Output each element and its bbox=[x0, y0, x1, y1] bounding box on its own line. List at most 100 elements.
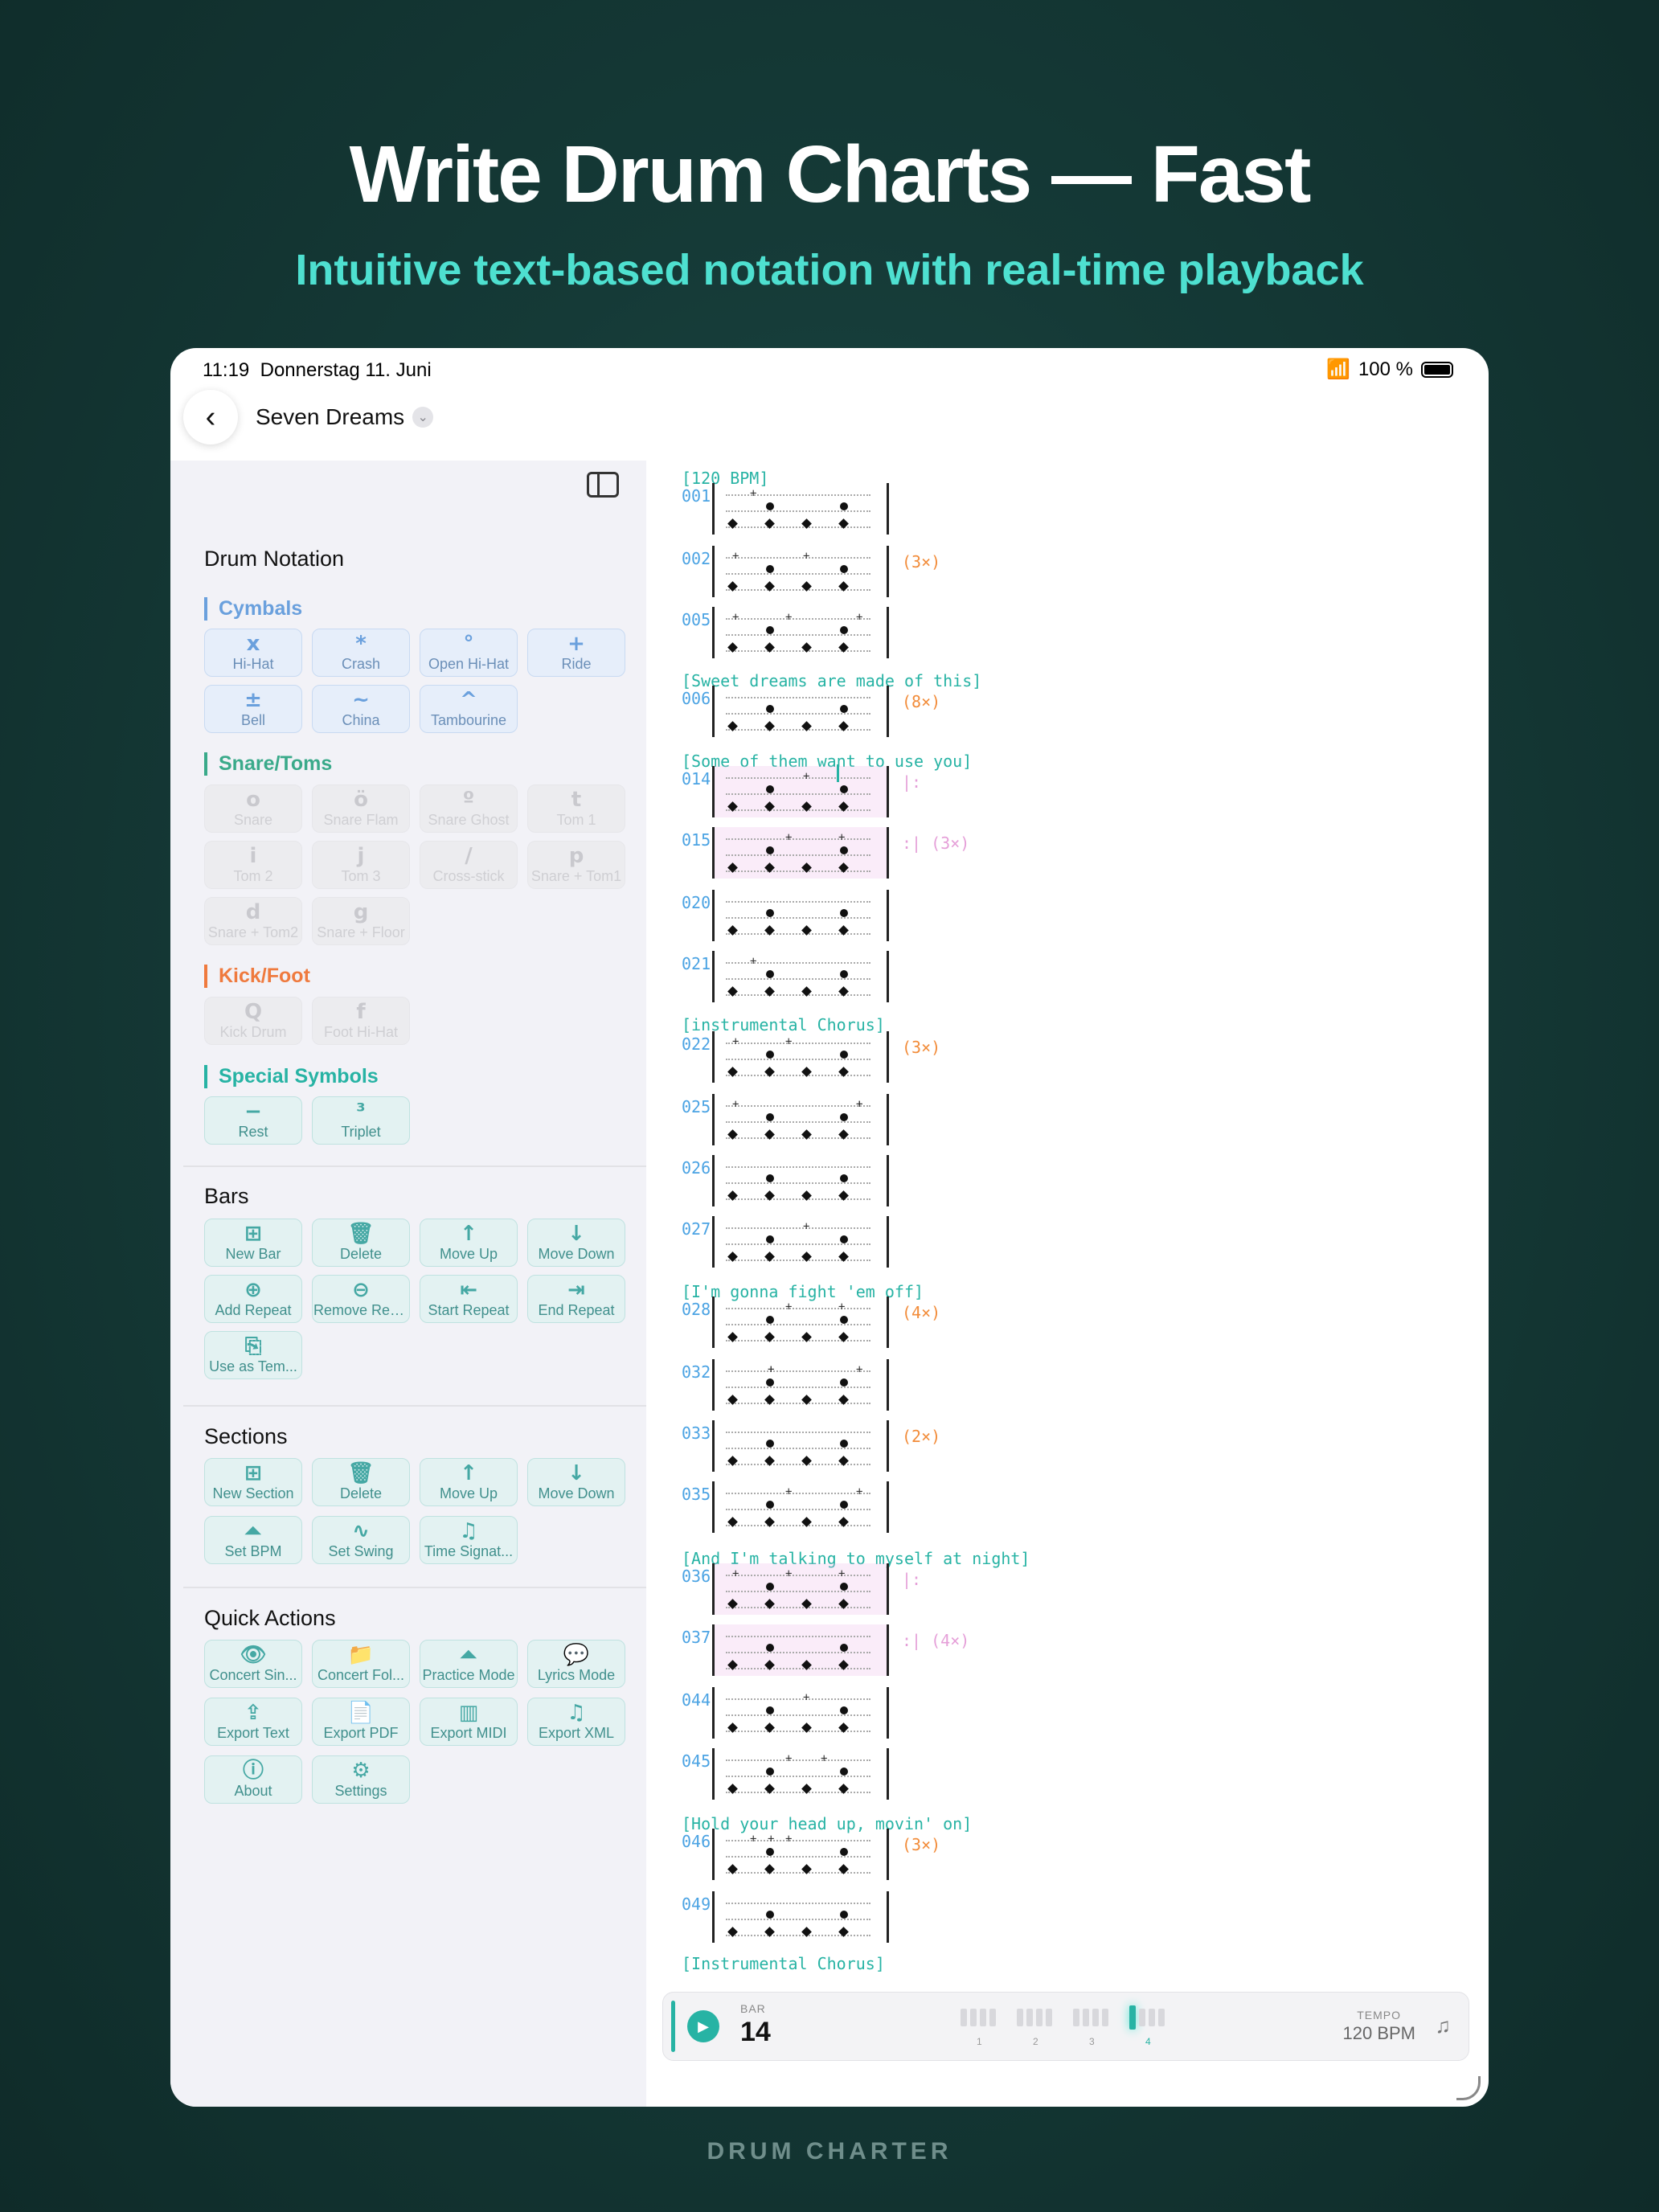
bar-row[interactable]: 014 + |: bbox=[672, 764, 1395, 817]
cymbal-button-6[interactable]: ^ Tambourine bbox=[420, 685, 518, 733]
bar-staff[interactable]: + + + bbox=[712, 607, 889, 658]
bar-staff[interactable]: + bbox=[712, 483, 889, 535]
bar-staff[interactable]: + + bbox=[712, 1031, 889, 1083]
staff-line bbox=[726, 1714, 870, 1716]
bar-row[interactable]: 002 + + (3×) bbox=[672, 546, 1395, 597]
bar-row[interactable]: 035 + + bbox=[672, 1481, 1395, 1533]
bar-staff[interactable]: + bbox=[712, 764, 889, 817]
bar-staff[interactable]: + + bbox=[712, 1748, 889, 1800]
bars-button-8[interactable]: ⎘ Use as Tem... bbox=[204, 1331, 302, 1379]
bars-button-4[interactable]: ⊕ Add Repeat bbox=[204, 1275, 302, 1323]
document-title-menu[interactable]: Seven Dreams ⌄ bbox=[256, 404, 434, 430]
quick-button-1[interactable]: 📁 Concert Fol... bbox=[312, 1640, 410, 1688]
bar-row[interactable]: 028 + + (4×) bbox=[672, 1296, 1395, 1348]
section-button-2[interactable]: ↑ Move Up bbox=[420, 1458, 518, 1506]
metronome-settings-icon[interactable]: ♫ bbox=[1436, 2013, 1452, 2038]
bar-row[interactable]: 046 + + + (3×) bbox=[672, 1829, 1395, 1880]
bar-staff[interactable] bbox=[712, 1420, 889, 1472]
bar-staff[interactable]: + bbox=[712, 1687, 889, 1739]
bar-row[interactable]: 001 + bbox=[672, 483, 1395, 535]
bars-button-1[interactable]: 🗑 Delete bbox=[312, 1219, 410, 1267]
bar-row[interactable]: 033 (2×) bbox=[672, 1420, 1395, 1472]
cymbal-button-4[interactable]: ± Bell bbox=[204, 685, 302, 733]
bars-button-3[interactable]: ↓ Move Down bbox=[527, 1219, 625, 1267]
snare-note bbox=[766, 1316, 774, 1324]
section-button-1[interactable]: 🗑 Delete bbox=[312, 1458, 410, 1506]
bar-staff[interactable]: + + bbox=[712, 827, 889, 879]
bar-row[interactable]: 026 bbox=[672, 1155, 1395, 1206]
drum-score[interactable]: [120 BPM] [Sweet dreams are made of this]… bbox=[672, 469, 1476, 1973]
bar-row[interactable]: 027 + bbox=[672, 1216, 1395, 1268]
staff-line bbox=[726, 1166, 870, 1168]
resize-handle-icon[interactable] bbox=[1456, 2076, 1481, 2100]
bars-button-0[interactable]: ⊞ New Bar bbox=[204, 1219, 302, 1267]
beat-tick bbox=[1158, 2009, 1165, 2026]
cymbal-button-2[interactable]: ° Open Hi-Hat bbox=[420, 629, 518, 677]
bar-row[interactable]: 021 + bbox=[672, 951, 1395, 1002]
quick-button-2[interactable]: ⏶ Practice Mode bbox=[420, 1640, 518, 1688]
bar-staff[interactable]: + + bbox=[712, 546, 889, 597]
cymbal-button-1[interactable]: * Crash bbox=[312, 629, 410, 677]
bar-staff[interactable]: + + + bbox=[712, 1094, 889, 1145]
section-button-3[interactable]: ↓ Move Down bbox=[527, 1458, 625, 1506]
bar-staff[interactable]: + bbox=[712, 951, 889, 1002]
cymbal-note: + bbox=[856, 611, 863, 624]
bar-staff[interactable]: + + + bbox=[712, 1829, 889, 1880]
special-button-0[interactable]: − Rest bbox=[204, 1096, 302, 1145]
quick-button-4[interactable]: ⇪ Export Text bbox=[204, 1698, 302, 1746]
cymbal-button-0[interactable]: x Hi-Hat bbox=[204, 629, 302, 677]
special-button-1[interactable]: ³ Triplet bbox=[312, 1096, 410, 1145]
bar-row[interactable]: 049 bbox=[672, 1891, 1395, 1943]
bar-staff[interactable]: + bbox=[712, 1216, 889, 1268]
bar-staff[interactable] bbox=[712, 1155, 889, 1206]
bar-row[interactable]: 025 + + + bbox=[672, 1094, 1395, 1145]
quick-button-6[interactable]: ▥ Export MIDI bbox=[420, 1698, 518, 1746]
section-button-4[interactable]: ⏶ Set BPM bbox=[204, 1516, 302, 1564]
section-button-6[interactable]: ♫ Time Signat... bbox=[420, 1516, 518, 1564]
bar-row[interactable]: 005 + + + bbox=[672, 607, 1395, 658]
bars-button-7[interactable]: ⇥ End Repeat bbox=[527, 1275, 625, 1323]
staff-line bbox=[726, 1387, 870, 1388]
bar-row[interactable]: 045 + + bbox=[672, 1748, 1395, 1800]
cymbal-note: + bbox=[732, 550, 739, 563]
bar-staff[interactable] bbox=[712, 686, 889, 737]
bar-row[interactable]: 020 bbox=[672, 890, 1395, 941]
bar-staff[interactable] bbox=[712, 1624, 889, 1676]
bar-staff[interactable] bbox=[712, 1891, 889, 1943]
bar-row[interactable]: 032 + + + bbox=[672, 1359, 1395, 1411]
quick-button-5[interactable]: 📄 Export PDF bbox=[312, 1698, 410, 1746]
bar-row[interactable]: 022 + + (3×) bbox=[672, 1031, 1395, 1083]
bar-row[interactable]: 044 + bbox=[672, 1687, 1395, 1739]
bar-staff[interactable] bbox=[712, 890, 889, 941]
play-button[interactable]: ▶ bbox=[687, 2010, 719, 2042]
bars-label: Move Down bbox=[538, 1245, 615, 1262]
bar-staff[interactable]: + + + bbox=[712, 1563, 889, 1615]
bar-row[interactable]: 037:| (4×) bbox=[672, 1624, 1395, 1676]
kick-button-1: f Foot Hi-Hat bbox=[312, 997, 410, 1045]
quick-button-8[interactable]: ⓘ About bbox=[204, 1755, 302, 1804]
cymbal-button-3[interactable]: + Ride bbox=[527, 629, 625, 677]
quick-button-7[interactable]: ♫ Export XML bbox=[527, 1698, 625, 1746]
bar-row[interactable]: 006 (8×) bbox=[672, 686, 1395, 737]
bar-staff[interactable]: + + + bbox=[712, 1359, 889, 1411]
quick-button-3[interactable]: 💬 Lyrics Mode bbox=[527, 1640, 625, 1688]
snare-note bbox=[766, 1113, 774, 1121]
quick-button-0[interactable]: 👁 Concert Sin... bbox=[204, 1640, 302, 1688]
section-label[interactable]: [Instrumental Chorus] bbox=[682, 1954, 885, 1973]
bars-button-6[interactable]: ⇤ Start Repeat bbox=[420, 1275, 518, 1323]
bar-staff[interactable]: + + bbox=[712, 1481, 889, 1533]
bars-button-5[interactable]: ⊖ Remove Rep... bbox=[312, 1275, 410, 1323]
quick-button-9[interactable]: ⚙ Settings bbox=[312, 1755, 410, 1804]
bar-row[interactable]: 036 + + + |: bbox=[672, 1563, 1395, 1615]
cymbal-button-5[interactable]: ~ China bbox=[312, 685, 410, 733]
section-button-0[interactable]: ⊞ New Section bbox=[204, 1458, 302, 1506]
section-button-5[interactable]: ∿ Set Swing bbox=[312, 1516, 410, 1564]
bars-title: Bars bbox=[204, 1184, 249, 1208]
section-label: Move Up bbox=[439, 1485, 498, 1501]
back-button[interactable]: ‹ bbox=[183, 390, 238, 444]
snare-note bbox=[766, 1051, 774, 1059]
bar-staff[interactable]: + + bbox=[712, 1296, 889, 1348]
beat-tick bbox=[1102, 2009, 1108, 2026]
bars-button-2[interactable]: ↑ Move Up bbox=[420, 1219, 518, 1267]
bar-row[interactable]: 015 + +:| (3×) bbox=[672, 827, 1395, 879]
